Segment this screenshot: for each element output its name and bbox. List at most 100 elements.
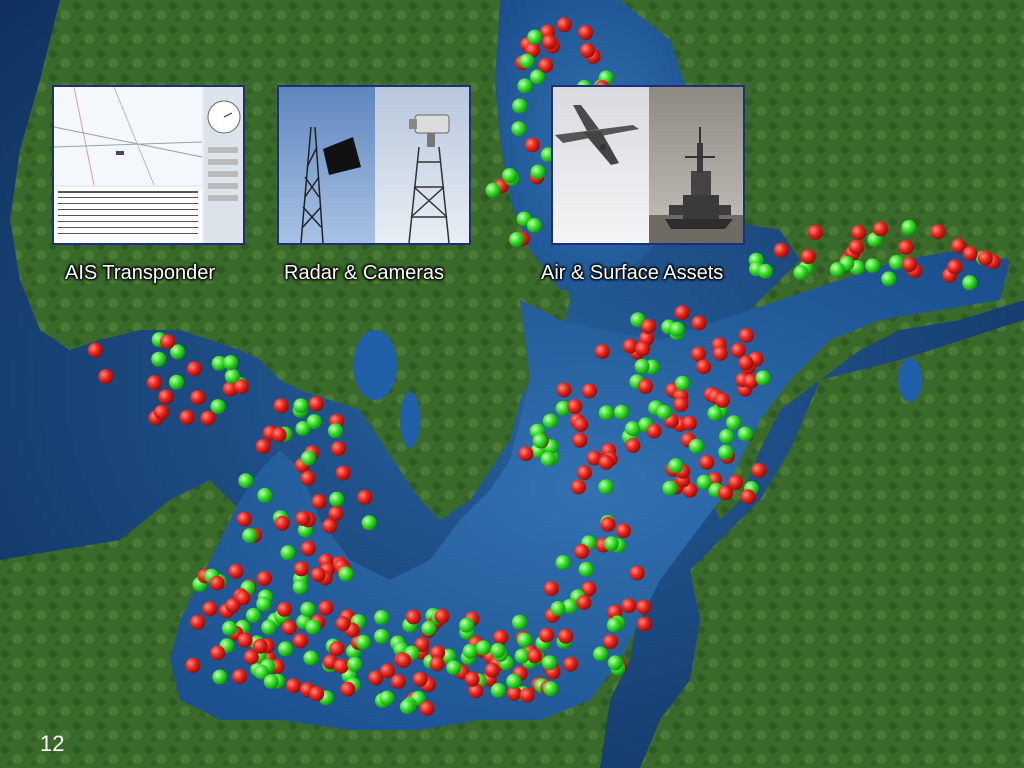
vessel-marker-red [309,686,325,702]
vessel-marker-red [558,628,574,644]
vessel-marker-red [570,479,586,495]
vessel-marker-green [509,232,525,247]
vessel-marker-green [793,265,809,280]
vessel-marker-red [190,390,206,406]
vessel-marker-red [271,427,287,443]
vessel-marker-green [519,53,535,69]
vessel-marker-green [374,628,389,644]
vessel-marker-red [800,249,816,265]
radar-cameras-thumbnail [277,85,471,245]
vessel-marker-red [673,396,689,412]
vessel-marker-green [624,421,640,437]
vessel-marker-red [730,342,746,358]
vessel-marker-green [613,404,629,420]
vessel-marker-red [977,250,993,266]
vessel-marker-green [257,487,273,503]
vessel-marker-red [87,342,103,358]
vessel-marker-green [607,655,623,671]
air-surface-assets-thumbnail [551,85,745,245]
lake-vanern [353,330,397,400]
vessel-marker-red [252,638,268,654]
vessel-marker-red [621,598,637,614]
vessel-marker-red [330,441,346,457]
vessel-marker-green [718,444,734,460]
vessel-marker-green [881,271,897,287]
vessel-marker-red [629,565,645,581]
vessel-marker-red [527,648,543,664]
vessel-marker-red [357,489,373,505]
vessel-marker-green [329,491,345,507]
vessel-marker-green [755,370,771,386]
vessel-marker-green [669,321,685,337]
vessel-marker-red [236,511,252,527]
vessel-marker-red [602,634,618,650]
vessel-marker-red [728,474,743,490]
vessel-marker-green [512,98,528,114]
vessel-marker-red [186,361,202,377]
vessel-marker-red [225,597,241,613]
vessel-marker-red [848,239,864,255]
vessel-marker-green [263,674,279,690]
vessel-marker-green [506,673,522,689]
vessel-marker-red [311,494,327,510]
vessel-marker-green [603,536,619,552]
vessel-marker-green [829,262,845,278]
vessel-marker-red [574,544,590,560]
vessel-marker-red [228,563,244,579]
vessel-marker-red [539,627,554,643]
vessel-marker-green [888,255,904,270]
vessel-marker-green [656,404,672,420]
vessel-marker-red [524,137,540,153]
vessel-marker-red [153,404,169,420]
vessel-marker-red [738,328,754,343]
vessel-marker-red [567,399,583,414]
vessel-marker-green [459,617,475,633]
lake-east [898,358,922,402]
ais-transponder-caption: AIS Transponder [65,262,216,284]
vessel-marker-red [98,369,114,385]
vessel-marker-red [179,409,195,425]
vessel-marker-green [475,640,491,656]
vessel-marker-green [300,601,316,617]
vessel-marker-green [526,218,542,233]
slide: AIS Transponder Radar & Cameras Air & Su… [0,0,1024,768]
vessel-marker-red [641,319,656,334]
vessel-marker-green [707,405,723,421]
vessel-marker-red [202,601,218,617]
vessel-marker-red [464,671,480,687]
vessel-marker-red [335,465,351,481]
vessel-marker-red [740,489,756,505]
vessel-marker-green [662,480,678,496]
vessel-marker-red [412,671,428,687]
vessel-marker-green [502,168,518,183]
vessel-marker-green [490,682,506,698]
vessel-marker-green [578,561,594,577]
vessel-marker-red [210,645,226,661]
vessel-marker-red [255,438,271,454]
vessel-marker-green [527,29,543,45]
vessel-marker-red [190,614,206,630]
vessel-marker-green [674,375,690,391]
vessel-marker-red [563,656,579,672]
vessel-marker-green [598,405,614,421]
vessel-marker-green [379,690,395,706]
vessel-marker-red [273,398,289,414]
vessel-marker-green [541,655,557,671]
vessel-marker-green [757,263,773,279]
vessel-marker-green [865,258,881,274]
aircraft-warship-image [553,87,743,243]
lake-vattern [400,392,420,448]
vessel-marker-red [579,43,595,58]
vessel-marker-green [530,164,546,180]
vessel-marker-red [947,259,963,275]
vessel-marker-green [696,474,712,490]
vessel-marker-red [962,246,978,262]
vessel-marker-green [292,579,308,595]
vessel-marker-green [421,620,437,636]
air-surface-assets-caption: Air & Surface Assets [541,262,724,284]
vessel-marker-green [962,275,978,291]
vessel-marker-red [310,567,326,583]
vessel-marker-green [223,355,239,371]
vessel-marker-red [773,242,789,258]
vessel-marker-green [555,555,571,571]
